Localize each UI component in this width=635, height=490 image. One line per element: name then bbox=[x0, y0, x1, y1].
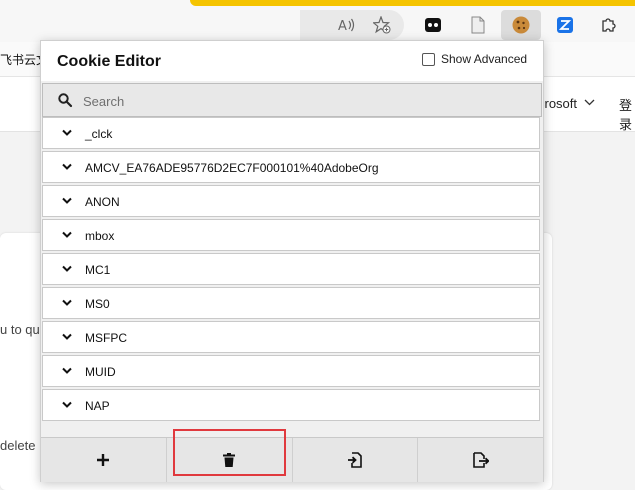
cookie-name: mbox bbox=[85, 229, 115, 243]
popup-header: Cookie Editor Show Advanced bbox=[41, 41, 543, 81]
chevron-down-icon[interactable] bbox=[61, 161, 73, 173]
notification-bar bbox=[190, 0, 635, 6]
chevron-down-icon[interactable] bbox=[61, 229, 73, 241]
extension-video-icon[interactable] bbox=[422, 14, 444, 36]
plus-icon bbox=[97, 454, 110, 466]
cookie-name: MSFPC bbox=[85, 331, 127, 345]
cookie-row[interactable]: NAP bbox=[42, 389, 540, 421]
cookie-name: AMCV_EA76ADE95776D2EC7F000101%40AdobeOrg bbox=[85, 161, 379, 175]
background-text: u to qu bbox=[0, 322, 40, 337]
svg-text:A: A bbox=[338, 19, 347, 33]
chevron-down-icon[interactable] bbox=[61, 195, 73, 207]
popup-toolbar bbox=[41, 437, 543, 482]
cookie-editor-popup: Cookie Editor Show Advanced _clck AMCV_E… bbox=[40, 40, 544, 482]
cookie-extension-icon[interactable] bbox=[510, 14, 532, 36]
search-bar[interactable] bbox=[42, 83, 542, 117]
import-button[interactable] bbox=[293, 438, 419, 482]
search-icon bbox=[58, 93, 73, 108]
add-cookie-button[interactable] bbox=[41, 438, 167, 482]
cookie-row[interactable]: _clck bbox=[42, 117, 540, 149]
cookie-row[interactable]: MUID bbox=[42, 355, 540, 387]
cookie-name: MS0 bbox=[85, 297, 110, 311]
chevron-down-icon[interactable] bbox=[61, 399, 73, 411]
chevron-down-icon[interactable] bbox=[61, 297, 73, 309]
chevron-down-icon[interactable] bbox=[61, 331, 73, 343]
cookie-list: _clck AMCV_EA76ADE95776D2EC7F000101%40Ad… bbox=[42, 117, 540, 422]
chevron-down-icon[interactable] bbox=[61, 365, 73, 377]
cookie-row[interactable]: MS0 bbox=[42, 287, 540, 319]
cookie-row[interactable]: mbox bbox=[42, 219, 540, 251]
extensions-puzzle-icon[interactable] bbox=[598, 14, 620, 36]
delete-all-button[interactable] bbox=[167, 438, 293, 482]
chevron-down-icon[interactable] bbox=[61, 263, 73, 275]
add-favorite-icon[interactable] bbox=[371, 14, 393, 36]
chevron-down-icon[interactable] bbox=[584, 98, 595, 110]
background-text: delete bbox=[0, 438, 36, 453]
show-advanced-toggle[interactable]: Show Advanced bbox=[422, 52, 527, 66]
chevron-down-icon[interactable] bbox=[61, 127, 73, 139]
trash-icon bbox=[223, 453, 236, 467]
nav-login[interactable]: 登录 bbox=[619, 95, 635, 133]
cookie-name: ANON bbox=[85, 195, 120, 209]
cookie-name: NAP bbox=[85, 399, 110, 413]
cookie-name: _clck bbox=[85, 127, 113, 141]
cookie-name: MUID bbox=[85, 365, 116, 379]
popup-title: Cookie Editor bbox=[57, 53, 162, 70]
extension-z-icon[interactable] bbox=[554, 14, 576, 36]
cookie-row[interactable]: ANON bbox=[42, 185, 540, 217]
cookie-row[interactable]: MSFPC bbox=[42, 321, 540, 353]
cookie-name: MC1 bbox=[85, 263, 111, 277]
cookie-row[interactable]: MC1 bbox=[42, 253, 540, 285]
show-advanced-checkbox[interactable] bbox=[422, 52, 435, 66]
document-icon[interactable] bbox=[467, 14, 489, 36]
search-input[interactable] bbox=[81, 89, 525, 113]
export-button[interactable] bbox=[418, 438, 543, 482]
cookie-row[interactable]: AMCV_EA76ADE95776D2EC7F000101%40AdobeOrg bbox=[42, 151, 540, 183]
import-icon bbox=[347, 452, 362, 468]
read-aloud-icon[interactable]: A bbox=[336, 14, 358, 36]
export-icon bbox=[472, 452, 489, 468]
show-advanced-label[interactable]: Show Advanced bbox=[441, 52, 527, 66]
